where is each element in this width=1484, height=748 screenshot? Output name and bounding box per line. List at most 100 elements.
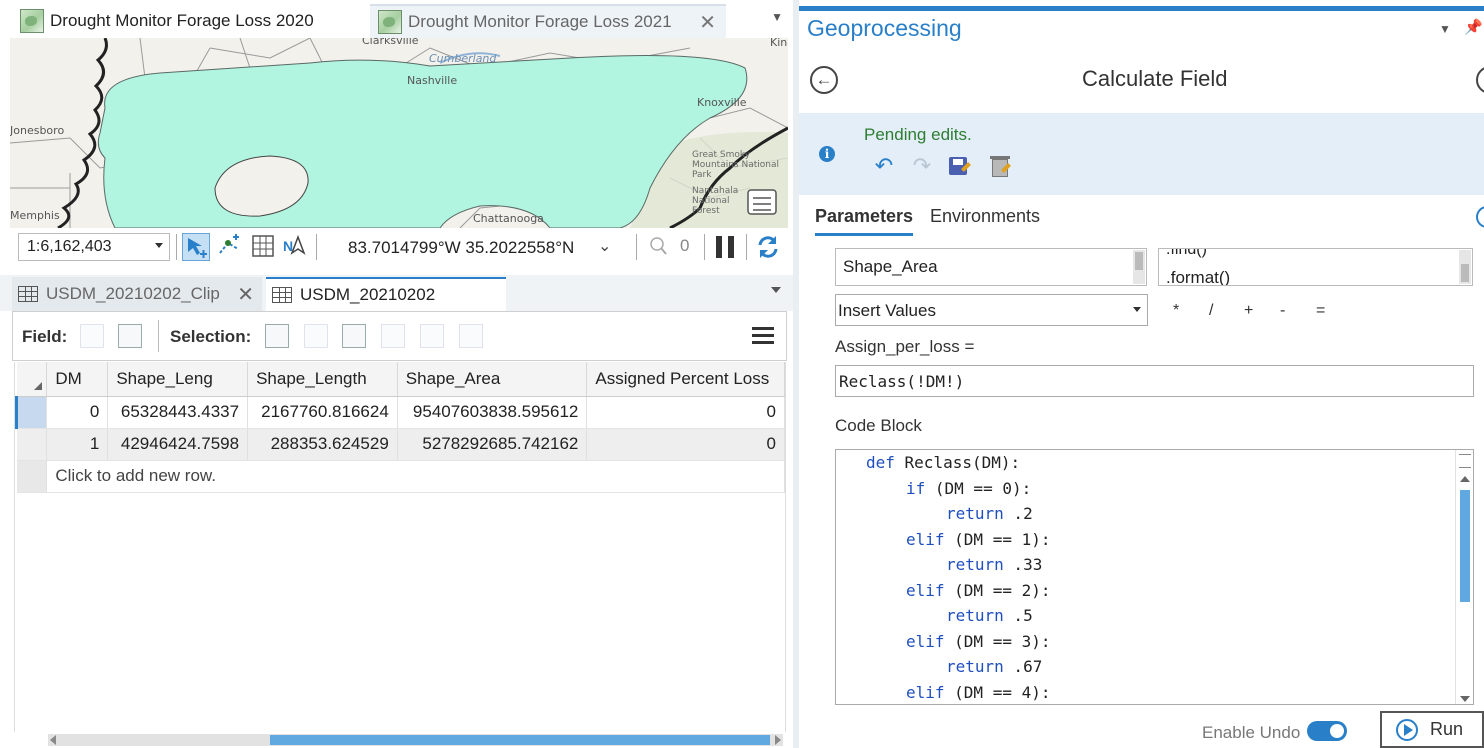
menu-icon[interactable] <box>752 327 774 345</box>
code-block-scrollbar[interactable] <box>1455 450 1473 704</box>
switch-selection-icon[interactable] <box>342 324 366 348</box>
add-row-text[interactable]: Click to add new row. <box>46 460 785 493</box>
add-operator-button[interactable]: + <box>1244 302 1253 320</box>
expression-input[interactable]: Reclass(!DM!) <box>835 365 1474 397</box>
scrollbar-thumb[interactable] <box>270 735 770 745</box>
save-edits-icon[interactable] <box>947 153 973 179</box>
coordinates-dropdown-icon[interactable]: ⌄ <box>598 236 611 256</box>
select-by-attributes-icon[interactable] <box>265 324 289 348</box>
code-keyword: elif <box>906 682 945 702</box>
tab-forage-loss-2021[interactable]: Drought Monitor Forage Loss 2021 ✕ <box>370 4 726 38</box>
subtract-operator-button[interactable]: - <box>1280 302 1285 320</box>
helpers-list-item[interactable]: .format() <box>1166 268 1230 285</box>
refresh-icon[interactable] <box>754 233 782 261</box>
back-button[interactable]: ← <box>810 66 838 94</box>
insert-values-label: Insert Values <box>838 301 936 320</box>
zoom-to-selection-icon[interactable] <box>304 324 328 348</box>
code-text: (DM == 4): <box>944 682 1051 702</box>
code-line: return .2 <box>946 504 1033 523</box>
grid-icon[interactable] <box>250 233 278 261</box>
map-status-bar: 1:6,162,403 N 83.7014799°W 35.2022558°N … <box>0 228 793 268</box>
copy-selection-icon[interactable] <box>459 324 483 348</box>
scroll-right-icon[interactable] <box>775 735 781 745</box>
scroll-up-icon[interactable] <box>1460 476 1470 482</box>
divide-operator-button[interactable]: / <box>1209 302 1213 320</box>
cell-shape-area[interactable]: 5278292685.742162 <box>397 428 588 461</box>
code-line: return .67 <box>946 657 1042 676</box>
chevron-down-icon[interactable]: ▼ <box>771 10 783 24</box>
fields-list-selected[interactable]: Shape_Area <box>843 257 938 277</box>
code-keyword: return <box>946 657 1004 676</box>
table-icon <box>272 287 292 303</box>
code-text: (DM == 2): <box>944 580 1051 600</box>
tab-label: Drought Monitor Forage Loss 2020 <box>50 11 314 30</box>
navigate-icon[interactable] <box>182 233 210 261</box>
snapping-icon[interactable] <box>216 233 244 261</box>
helpers-list-item[interactable]: .find() <box>1166 249 1207 259</box>
table-row[interactable]: 0 65328443.4337 2167760.816624 954076038… <box>14 396 785 429</box>
add-field-icon[interactable] <box>80 324 104 348</box>
cell-shape-area[interactable]: 95407603838.595612 <box>397 396 588 429</box>
enable-undo-toggle[interactable] <box>1307 721 1347 741</box>
close-icon[interactable]: ✕ <box>699 10 716 35</box>
scale-select[interactable]: 1:6,162,403 <box>18 233 170 261</box>
cell-assigned-percent-loss[interactable]: 0 <box>586 428 785 461</box>
cell-shape-leng[interactable]: 65328443.4337 <box>107 396 249 429</box>
column-header-shape-leng[interactable]: Shape_Leng <box>107 362 249 397</box>
horizontal-scrollbar[interactable] <box>48 734 783 746</box>
tab-parameters[interactable]: Parameters <box>815 206 914 236</box>
code-text: .67 <box>1003 657 1043 676</box>
split-view-icon[interactable] <box>1459 454 1471 468</box>
north-arrow-icon[interactable]: N <box>282 233 310 261</box>
chevron-down-icon[interactable] <box>771 287 781 293</box>
run-button[interactable]: Run <box>1380 711 1484 748</box>
cell-assigned-percent-loss[interactable]: 0 <box>586 396 785 429</box>
close-icon[interactable]: ✕ <box>237 282 254 307</box>
row-selector[interactable] <box>14 396 48 429</box>
discard-edits-icon[interactable] <box>987 153 1013 179</box>
table-row[interactable]: 1 42946424.7598 288353.624529 5278292685… <box>16 428 785 461</box>
cell-dm[interactable]: 1 <box>46 428 109 461</box>
scrollbar-thumb[interactable] <box>1460 490 1470 602</box>
equals-operator-button[interactable]: = <box>1316 302 1325 320</box>
delete-selection-icon[interactable] <box>420 324 444 348</box>
helpers-list[interactable]: .find() .format() <box>1158 248 1473 286</box>
tab-usdm-20210202-clip[interactable]: USDM_20210202_Clip ✕ <box>12 277 262 311</box>
code-block-editor[interactable]: def Reclass(DM): if (DM == 0): return .2 el… <box>835 449 1474 705</box>
map-canvas[interactable]: Clarksville Cumberland Nashville Knoxvil… <box>10 38 788 228</box>
cell-dm[interactable]: 0 <box>46 396 109 429</box>
select-all-corner[interactable] <box>16 362 48 397</box>
undo-icon[interactable]: ↶ <box>871 153 897 179</box>
column-header-dm[interactable]: DM <box>46 362 109 397</box>
redo-icon[interactable]: ↷ <box>909 153 935 179</box>
cell-shape-length[interactable]: 2167760.816624 <box>247 396 398 429</box>
expression-label: Assign_per_loss = <box>835 337 975 356</box>
more-options-button[interactable] <box>1476 66 1484 94</box>
column-header-shape-length[interactable]: Shape_Length <box>247 362 398 397</box>
column-header-assigned-percent-loss[interactable]: Assigned Percent Loss <box>586 362 785 397</box>
cell-shape-length[interactable]: 288353.624529 <box>247 428 398 461</box>
fields-list-scrollbar[interactable] <box>1133 250 1145 284</box>
code-line: return .5 <box>946 606 1033 625</box>
tab-usdm-20210202[interactable]: USDM_20210202 <box>266 277 506 311</box>
pause-icon[interactable] <box>716 236 734 258</box>
tab-forage-loss-2020[interactable]: Drought Monitor Forage Loss 2020 <box>12 4 364 38</box>
add-row[interactable]: Click to add new row. <box>16 460 785 493</box>
fields-list[interactable]: Shape_Area <box>835 248 1147 286</box>
cell-shape-leng[interactable]: 42946424.7598 <box>107 428 249 461</box>
clear-selection-icon[interactable] <box>381 324 405 348</box>
insert-values-select[interactable]: Insert Values <box>835 294 1148 326</box>
tab-environments[interactable]: Environments <box>930 206 1040 233</box>
multiply-operator-button[interactable]: * <box>1173 302 1179 320</box>
column-header-shape-area[interactable]: Shape_Area <box>397 362 588 397</box>
scroll-left-icon[interactable] <box>50 735 56 745</box>
helpers-list-scrollbar[interactable] <box>1459 250 1471 284</box>
pane-options-dropdown-icon[interactable]: ▼ <box>1439 22 1451 36</box>
label-memphis: Memphis <box>10 209 60 222</box>
scroll-down-icon[interactable] <box>1460 696 1470 702</box>
pin-icon[interactable]: 📌 <box>1464 18 1483 36</box>
calculate-field-icon[interactable] <box>118 324 142 348</box>
label-cumberland: Cumberland <box>429 52 497 65</box>
zoom-selected-icon[interactable] <box>648 233 668 261</box>
row-selector[interactable] <box>16 428 48 461</box>
